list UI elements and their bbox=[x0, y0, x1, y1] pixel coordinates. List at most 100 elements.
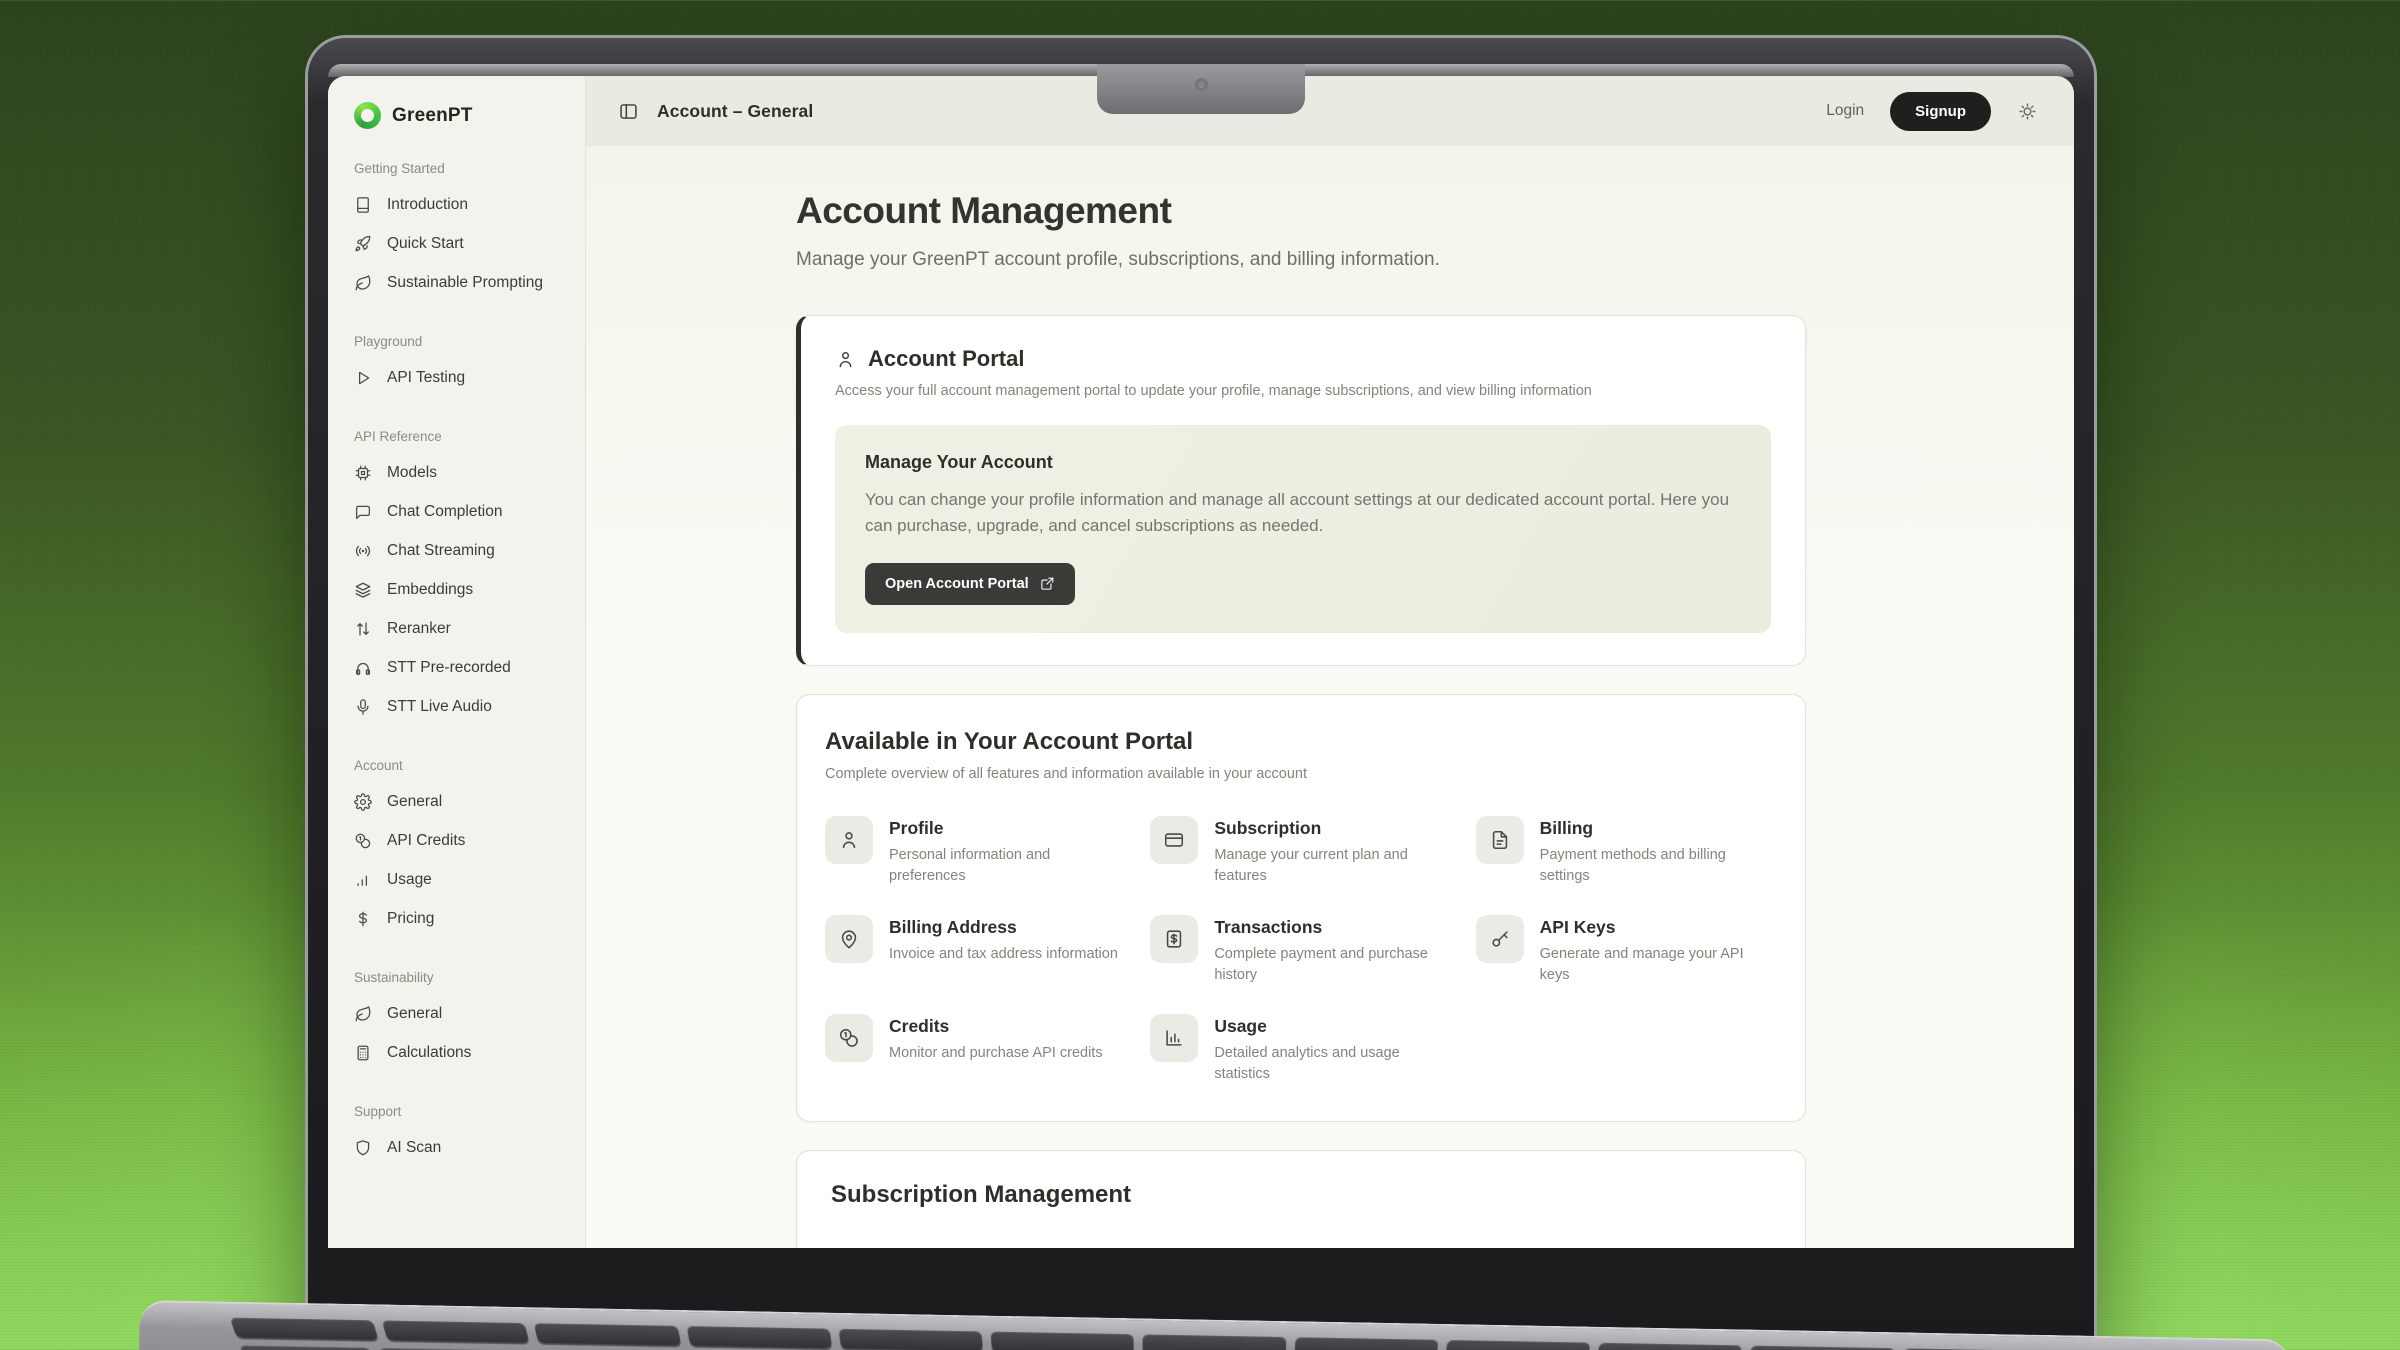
sidebar-item-label: General bbox=[387, 793, 442, 811]
sidebar-section-label-getting-started: Getting Started bbox=[354, 161, 573, 176]
sidebar-item-getting-started-introduction[interactable]: Introduction bbox=[354, 185, 573, 224]
manage-account-panel: Manage Your Account You can change your … bbox=[835, 425, 1771, 633]
signup-button[interactable]: Signup bbox=[1890, 92, 1991, 131]
open-account-portal-label: Open Account Portal bbox=[885, 576, 1029, 592]
sidebar-toggle-icon[interactable] bbox=[618, 101, 639, 122]
screen-content: GreenPT Getting Started Introduction Quick… bbox=[328, 76, 2074, 1248]
sidebar-item-account-pricing[interactable]: Pricing bbox=[354, 899, 573, 938]
feature-transactions: TransactionsComplete payment and purchas… bbox=[1150, 915, 1451, 986]
camera-notch bbox=[1097, 64, 1305, 114]
keyboard-key bbox=[1747, 1346, 1895, 1350]
coins-icon bbox=[838, 1027, 860, 1049]
sidebar-item-playground-api-testing[interactable]: API Testing bbox=[354, 358, 573, 397]
key-icon bbox=[1489, 928, 1511, 950]
shield-icon bbox=[354, 1139, 372, 1157]
feature-profile: Profile Personal information and preferen… bbox=[825, 816, 1126, 887]
calculator-icon bbox=[354, 1044, 372, 1062]
mic-icon bbox=[354, 698, 372, 716]
bar-chart-icon bbox=[354, 871, 372, 889]
sidebar-item-sustainability-general[interactable]: General bbox=[354, 994, 573, 1033]
keyboard-key bbox=[686, 1326, 832, 1348]
external-link-icon bbox=[1040, 576, 1055, 591]
feature-title: Profile bbox=[889, 818, 1126, 839]
sidebar-section-label-sustainability: Sustainability bbox=[354, 970, 573, 985]
gear-icon bbox=[354, 793, 372, 811]
sidebar-item-label: Quick Start bbox=[387, 235, 464, 253]
sidebar-item-support-ai-scan[interactable]: AI Scan bbox=[354, 1128, 573, 1167]
brand-logo[interactable]: GreenPT bbox=[354, 102, 573, 129]
sidebar-item-sustainability-calculations[interactable]: Calculations bbox=[354, 1033, 573, 1072]
feature-icon-chip bbox=[1476, 816, 1524, 864]
sidebar-item-api-reference-chat-completion[interactable]: Chat Completion bbox=[354, 492, 573, 531]
sidebar-item-label: Calculations bbox=[387, 1044, 471, 1062]
sidebar-item-getting-started-quick-start[interactable]: Quick Start bbox=[354, 224, 573, 263]
chart-icon bbox=[1163, 1027, 1185, 1049]
sidebar-item-api-reference-models[interactable]: Models bbox=[354, 453, 573, 492]
broadcast-icon bbox=[354, 542, 372, 560]
feature-icon-chip bbox=[1476, 915, 1524, 963]
layers-icon bbox=[354, 581, 372, 599]
sidebar-section-label-support: Support bbox=[354, 1104, 573, 1119]
feature-icon-chip bbox=[825, 915, 873, 963]
coins-icon bbox=[354, 832, 372, 850]
sidebar-item-api-reference-reranker[interactable]: Reranker bbox=[354, 609, 573, 648]
feature-api-keys: API KeysGenerate and manage your API key… bbox=[1476, 915, 1777, 986]
keyboard-key bbox=[1596, 1343, 1742, 1350]
sidebar-item-label: AI Scan bbox=[387, 1139, 441, 1157]
sidebar-item-api-reference-embeddings[interactable]: Embeddings bbox=[354, 570, 573, 609]
keyboard-key bbox=[1143, 1334, 1286, 1350]
play-icon bbox=[354, 369, 372, 387]
sidebar-item-getting-started-sustainable-prompting[interactable]: Sustainable Prompting bbox=[354, 263, 573, 302]
login-link[interactable]: Login bbox=[1826, 102, 1864, 120]
keyboard-key bbox=[230, 1318, 379, 1340]
file-text-icon bbox=[1489, 829, 1511, 851]
feature-description: Personal information and preferences bbox=[889, 845, 1126, 887]
sidebar-item-label: STT Pre-recorded bbox=[387, 659, 511, 677]
feature-subscription: SubscriptionManage your current plan and… bbox=[1150, 816, 1451, 887]
map-pin-icon bbox=[838, 928, 860, 950]
sidebar-item-label: Reranker bbox=[387, 620, 451, 638]
receipt-icon bbox=[1163, 928, 1185, 950]
feature-title: Usage bbox=[1214, 1016, 1451, 1037]
cpu-icon bbox=[354, 464, 372, 482]
sidebar-section-label-account: Account bbox=[354, 758, 573, 773]
portal-features-card: Available in Your Account Portal Complet… bbox=[796, 694, 1806, 1122]
feature-description: Manage your current plan and features bbox=[1214, 845, 1451, 887]
sidebar-item-api-reference-chat-streaming[interactable]: Chat Streaming bbox=[354, 531, 573, 570]
sidebar-item-api-reference-stt-pre-recorded[interactable]: STT Pre-recorded bbox=[354, 648, 573, 687]
sidebar-item-account-api-credits[interactable]: API Credits bbox=[354, 821, 573, 860]
leaf-icon bbox=[354, 274, 372, 292]
sidebar-item-label: Introduction bbox=[387, 196, 468, 214]
panel-title: Manage Your Account bbox=[865, 452, 1741, 473]
user-icon bbox=[838, 829, 860, 851]
brand-name: GreenPT bbox=[392, 105, 473, 127]
sidebar-item-account-general[interactable]: General bbox=[354, 782, 573, 821]
sidebar-item-api-reference-stt-live-audio[interactable]: STT Live Audio bbox=[354, 687, 573, 726]
sidebar-section-label-api-reference: API Reference bbox=[354, 429, 573, 444]
feature-title: Credits bbox=[889, 1016, 1103, 1037]
open-account-portal-button[interactable]: Open Account Portal bbox=[865, 563, 1075, 605]
sidebar-item-account-usage[interactable]: Usage bbox=[354, 860, 573, 899]
arrows-sort-icon bbox=[354, 620, 372, 638]
keyboard-key bbox=[991, 1332, 1134, 1350]
features-grid: Profile Personal information and preferen… bbox=[825, 816, 1777, 1085]
features-card-subtitle: Complete overview of all features and in… bbox=[825, 766, 1777, 782]
feature-credits: CreditsMonitor and purchase API credits bbox=[825, 1014, 1126, 1085]
book-icon bbox=[354, 196, 372, 214]
webcam-icon bbox=[1195, 78, 1208, 91]
feature-description: Payment methods and billing settings bbox=[1540, 845, 1777, 887]
subscription-management-card: Subscription Management bbox=[796, 1150, 1806, 1248]
sidebar-item-label: Chat Completion bbox=[387, 503, 502, 521]
page-title: Account Management bbox=[796, 190, 1806, 232]
feature-billing: BillingPayment methods and billing setti… bbox=[1476, 816, 1777, 887]
portal-card-description: Access your full account management port… bbox=[835, 383, 1771, 399]
laptop-screen-frame: GreenPT Getting Started Introduction Quick… bbox=[308, 38, 2094, 1350]
keyboard-key bbox=[839, 1329, 984, 1350]
theme-toggle-sun-icon[interactable] bbox=[2017, 101, 2038, 122]
main-content: Account Management Manage your GreenPT a… bbox=[586, 146, 2074, 1248]
features-card-title: Available in Your Account Portal bbox=[825, 728, 1777, 756]
rocket-icon bbox=[354, 235, 372, 253]
page-breadcrumb: Account – General bbox=[657, 101, 813, 122]
sidebar-item-label: Sustainable Prompting bbox=[387, 274, 543, 292]
feature-usage: UsageDetailed analytics and usage statis… bbox=[1150, 1014, 1451, 1085]
